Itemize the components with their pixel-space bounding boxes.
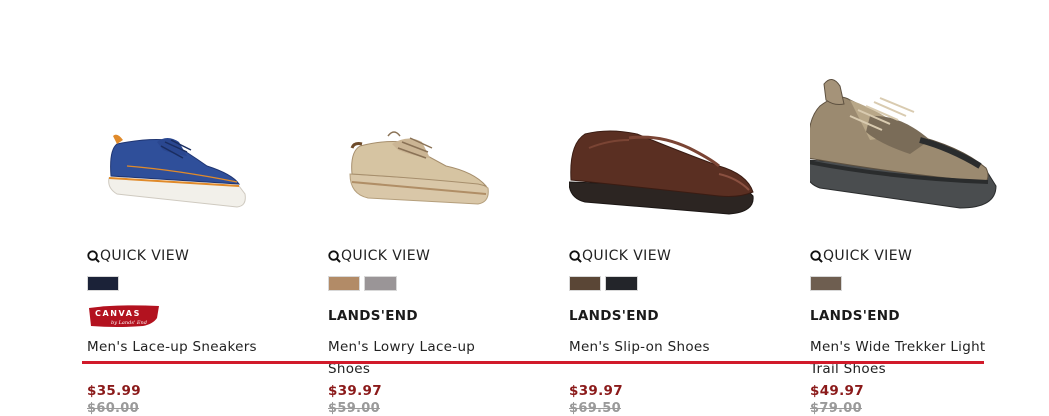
original-price: $69.50	[569, 401, 621, 416]
color-swatch[interactable]	[810, 276, 842, 291]
original-price: $60.00	[87, 401, 139, 416]
color-swatches	[810, 276, 842, 291]
quick-view-label: QUICK VIEW	[100, 248, 190, 264]
product-name[interactable]: Men's Lace-up Sneakers	[87, 336, 267, 358]
product-card-lace-up-sneakers[interactable]: QUICK VIEW CANVAS by Lands' End Men's La…	[87, 0, 307, 416]
brand-logo: LANDS'END	[810, 308, 900, 324]
product-name[interactable]: Men's Lowry Lace-up Shoes	[328, 336, 508, 380]
original-price: $59.00	[328, 401, 380, 416]
product-image-slip-on[interactable]	[569, 70, 769, 220]
sale-price: $35.99	[87, 383, 141, 399]
search-icon	[810, 249, 823, 263]
color-swatches	[87, 276, 119, 291]
sale-price: $39.97	[328, 383, 382, 399]
search-icon	[87, 249, 100, 263]
quick-view-link[interactable]: QUICK VIEW	[569, 247, 671, 265]
color-swatches	[569, 276, 638, 291]
quick-view-label: QUICK VIEW	[582, 248, 672, 264]
product-image-trekker[interactable]	[810, 70, 1010, 220]
product-image-sneakers[interactable]	[87, 70, 287, 220]
search-icon	[328, 249, 341, 263]
highlight-line	[82, 361, 984, 364]
color-swatch[interactable]	[328, 276, 360, 291]
sale-price: $39.97	[569, 383, 623, 399]
brand-logo: LANDS'END	[328, 308, 418, 324]
svg-text:by Lands' End: by Lands' End	[111, 320, 147, 326]
product-card-slip-on-shoes[interactable]: QUICK VIEW LANDS'END Men's Slip-on Shoes…	[569, 0, 789, 416]
svg-text:CANVAS: CANVAS	[95, 309, 141, 318]
quick-view-label: QUICK VIEW	[341, 248, 431, 264]
color-swatch[interactable]	[605, 276, 638, 291]
brand-logo: LANDS'END	[569, 308, 659, 324]
product-name[interactable]: Men's Slip-on Shoes	[569, 336, 749, 358]
product-card-trekker-shoes[interactable]: QUICK VIEW LANDS'END Men's Wide Trekker …	[810, 0, 1030, 416]
quick-view-link[interactable]: QUICK VIEW	[87, 247, 189, 265]
quick-view-link[interactable]: QUICK VIEW	[810, 247, 912, 265]
color-swatch[interactable]	[364, 276, 397, 291]
canvas-brand-logo: CANVAS by Lands' End	[89, 305, 159, 327]
product-card-lowry-shoes[interactable]: QUICK VIEW LANDS'END Men's Lowry Lace-up…	[328, 0, 548, 416]
color-swatches	[328, 276, 397, 291]
color-swatch[interactable]	[569, 276, 601, 291]
product-name[interactable]: Men's Wide Trekker Light Trail Shoes	[810, 336, 990, 380]
original-price: $79.00	[810, 401, 862, 416]
sale-price: $49.97	[810, 383, 864, 399]
quick-view-label: QUICK VIEW	[823, 248, 913, 264]
search-icon	[569, 249, 582, 263]
quick-view-link[interactable]: QUICK VIEW	[328, 247, 430, 265]
product-image-lowry[interactable]	[328, 70, 528, 220]
color-swatch[interactable]	[87, 276, 119, 291]
